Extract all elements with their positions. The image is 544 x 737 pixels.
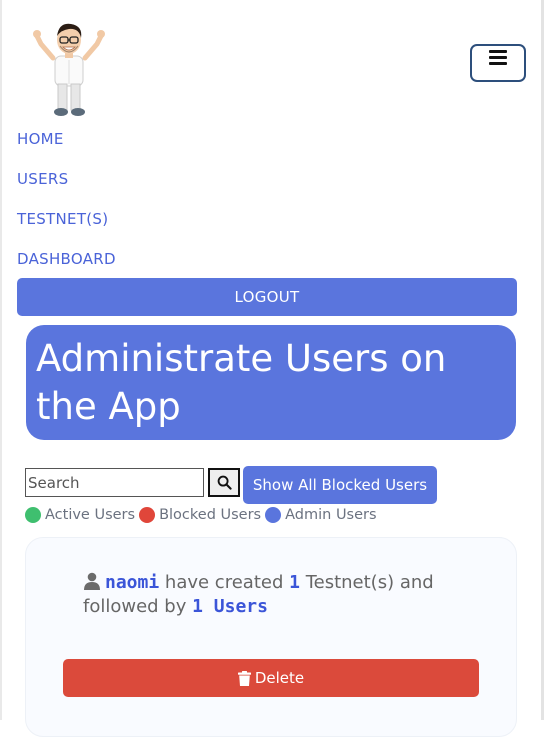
nav-link-users[interactable]: USERS	[17, 170, 68, 188]
page-header-banner: Administrate Users on the App	[26, 325, 516, 440]
legend-item-admin: Admin Users	[265, 507, 377, 523]
followers-count: 1 Users	[192, 596, 268, 617]
nav-link-dashboard[interactable]: DASHBOARD	[17, 250, 116, 268]
trash-icon	[237, 670, 251, 686]
avatar	[33, 23, 105, 116]
legend-label: Active Users	[45, 507, 136, 523]
hamburger-icon	[489, 50, 507, 65]
search-icon	[217, 475, 232, 490]
user-icon	[84, 572, 100, 590]
user-card-summary: naomi have created 1 Testnet(s) and foll…	[83, 571, 463, 619]
menu-toggle-button[interactable]	[470, 44, 526, 82]
testnet-count: 1	[289, 572, 300, 593]
admin-status-dot-icon	[265, 507, 282, 523]
user-status-legend: Active Users Blocked Users Admin Users	[25, 507, 381, 523]
legend-item-active: Active Users	[25, 507, 135, 523]
logout-button[interactable]: LOGOUT	[17, 278, 517, 316]
legend-item-blocked: Blocked Users	[139, 507, 261, 523]
user-card	[25, 537, 517, 737]
legend-label: Admin Users	[285, 507, 377, 523]
show-blocked-users-button[interactable]: Show All Blocked Users	[243, 466, 437, 504]
delete-button-label: Delete	[254, 669, 305, 687]
page-title: Administrate Users on the App	[36, 337, 447, 428]
blocked-status-dot-icon	[139, 507, 156, 523]
legend-label: Blocked Users	[159, 507, 262, 523]
delete-user-button[interactable]: Delete	[63, 659, 479, 697]
active-status-dot-icon	[25, 507, 41, 523]
search-input[interactable]	[25, 468, 204, 497]
card-text-created: have created	[164, 572, 284, 593]
username-link[interactable]: naomi	[105, 572, 159, 593]
search-button[interactable]	[208, 468, 240, 497]
nav-link-home[interactable]: HOME	[17, 130, 64, 148]
window-left-edge	[0, 0, 2, 720]
nav-link-testnets[interactable]: TESTNET(S)	[17, 210, 108, 228]
